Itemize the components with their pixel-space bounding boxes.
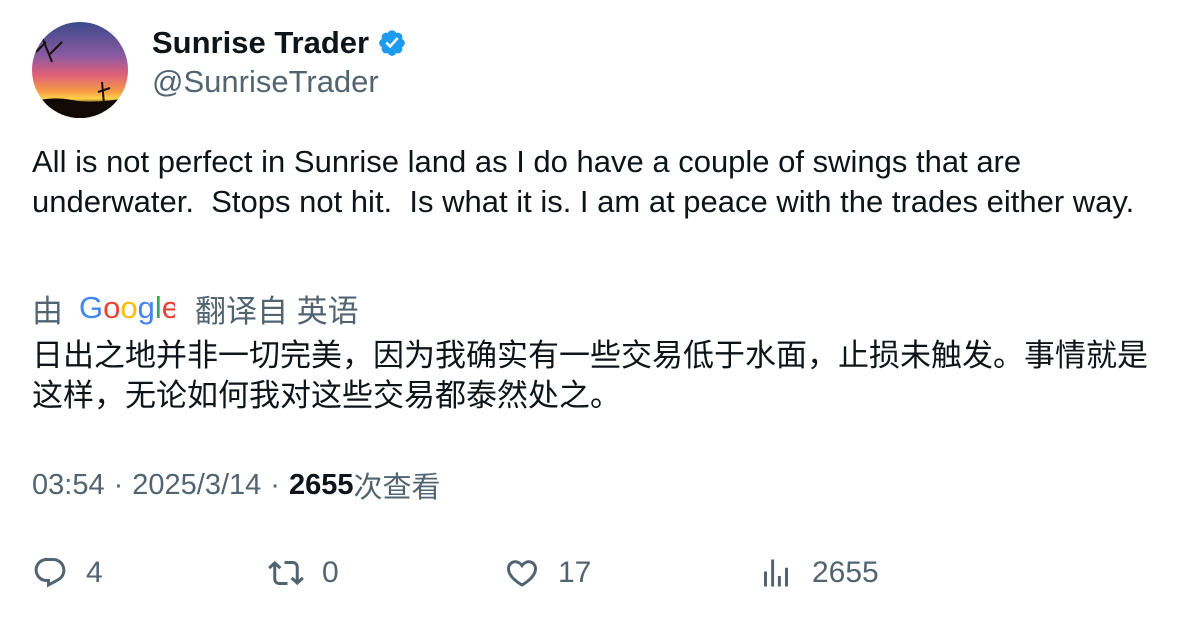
translation-attribution[interactable]: 由 Google 翻译自 英语 (32, 286, 359, 330)
meta-separator: · (113, 468, 124, 501)
views-button[interactable]: 2655 (758, 549, 879, 597)
views-label: 次查看 (353, 472, 441, 504)
tweet-date[interactable]: 2025/3/14 (132, 469, 261, 502)
like-icon (506, 560, 538, 587)
like-count: 17 (558, 556, 592, 589)
action-bar: 4 0 17 2655 (32, 549, 1172, 597)
author-display-name[interactable]: Sunrise Trader (152, 25, 369, 61)
repost-icon (268, 560, 304, 586)
tweet-time[interactable]: 03:54 (32, 469, 105, 502)
avatar[interactable] (32, 22, 128, 118)
reply-button[interactable]: 4 (32, 549, 103, 597)
meta-separator: · (270, 468, 280, 501)
like-button[interactable]: 17 (504, 549, 591, 597)
views-icon (764, 559, 788, 587)
tweet-text: All is not perfect in Sunrise land as I … (32, 144, 1135, 219)
translation-source-label: 翻译自 英语 (195, 293, 359, 329)
translated-text: 日出之地并非一切完美，因为我确实有一些交易低于水面，止损未触发。事情就是这样，无… (32, 338, 1148, 413)
reply-icon (34, 558, 66, 588)
svg-text:Google: Google (79, 291, 175, 325)
translated-by-label: 由 (32, 293, 63, 329)
views-action-count: 2655 (812, 556, 879, 589)
repost-button[interactable]: 0 (268, 549, 339, 597)
reply-count: 4 (86, 556, 103, 589)
tweet-header: Sunrise Trader @SunriseTrader (32, 22, 407, 118)
author-handle[interactable]: @SunriseTrader (152, 64, 407, 100)
google-logo: Google (79, 291, 175, 325)
verified-badge-icon (379, 30, 405, 56)
views-count: 2655 (288, 468, 354, 501)
tweet-meta: 03:54 · 2025/3/14 · 2655 次查看 (32, 463, 440, 507)
repost-count: 0 (322, 556, 339, 589)
